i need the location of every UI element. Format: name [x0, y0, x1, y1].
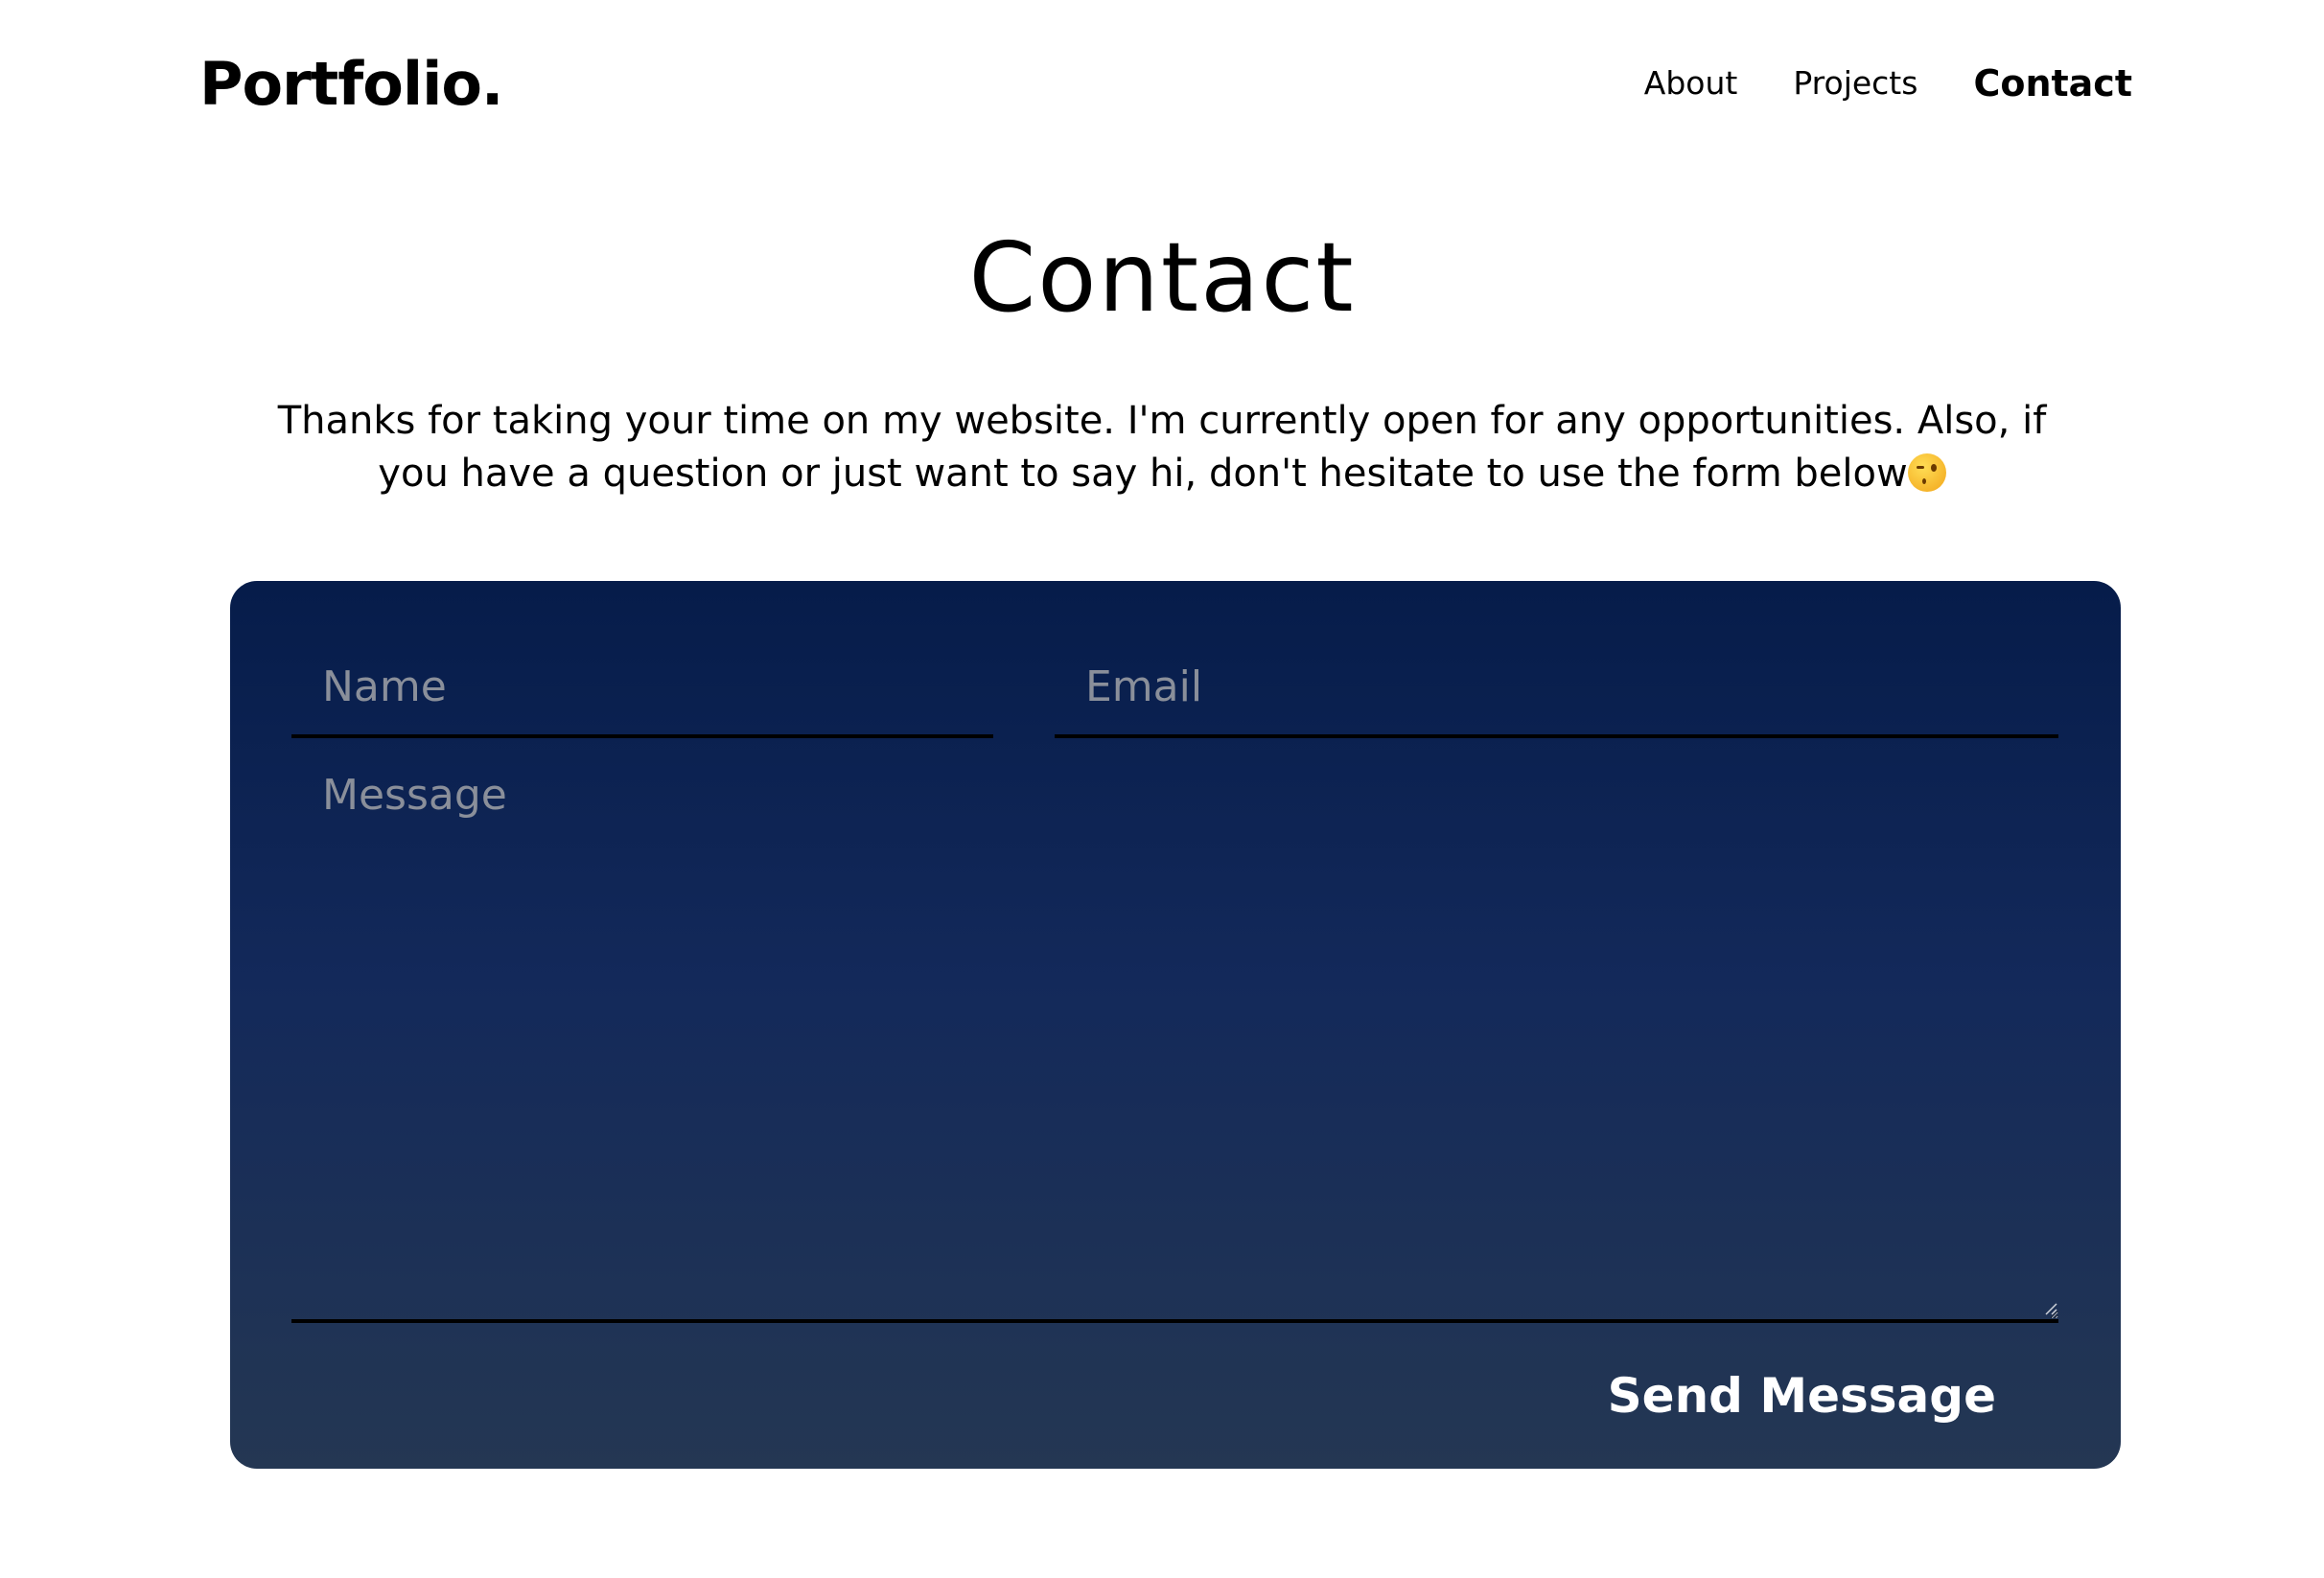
- contact-page: Portfolio. About Projects Contact Contac…: [0, 0, 2324, 1578]
- intro-paragraph: Thanks for taking your time on my websit…: [240, 395, 2084, 500]
- site-logo[interactable]: Portfolio.: [199, 46, 503, 123]
- message-textarea[interactable]: [291, 754, 2058, 1323]
- nav-item-contact[interactable]: Contact: [1973, 59, 2132, 107]
- intro-text: Thanks for taking your time on my websit…: [277, 399, 2047, 496]
- main-nav: About Projects Contact: [1644, 59, 2132, 107]
- name-input[interactable]: [291, 638, 993, 738]
- nav-item-about[interactable]: About: [1644, 59, 1738, 107]
- send-message-button[interactable]: Send Message: [1608, 1358, 1996, 1434]
- page-title: Contact: [968, 221, 1356, 334]
- nav-item-projects[interactable]: Projects: [1793, 59, 1917, 107]
- site-header: Portfolio. About Projects Contact: [0, 0, 2324, 173]
- winking-face-emoji-icon: [1907, 453, 1946, 492]
- contact-form: Send Message: [230, 581, 2121, 1469]
- email-input[interactable]: [1055, 638, 2058, 738]
- resize-handle-icon[interactable]: [2042, 1300, 2057, 1315]
